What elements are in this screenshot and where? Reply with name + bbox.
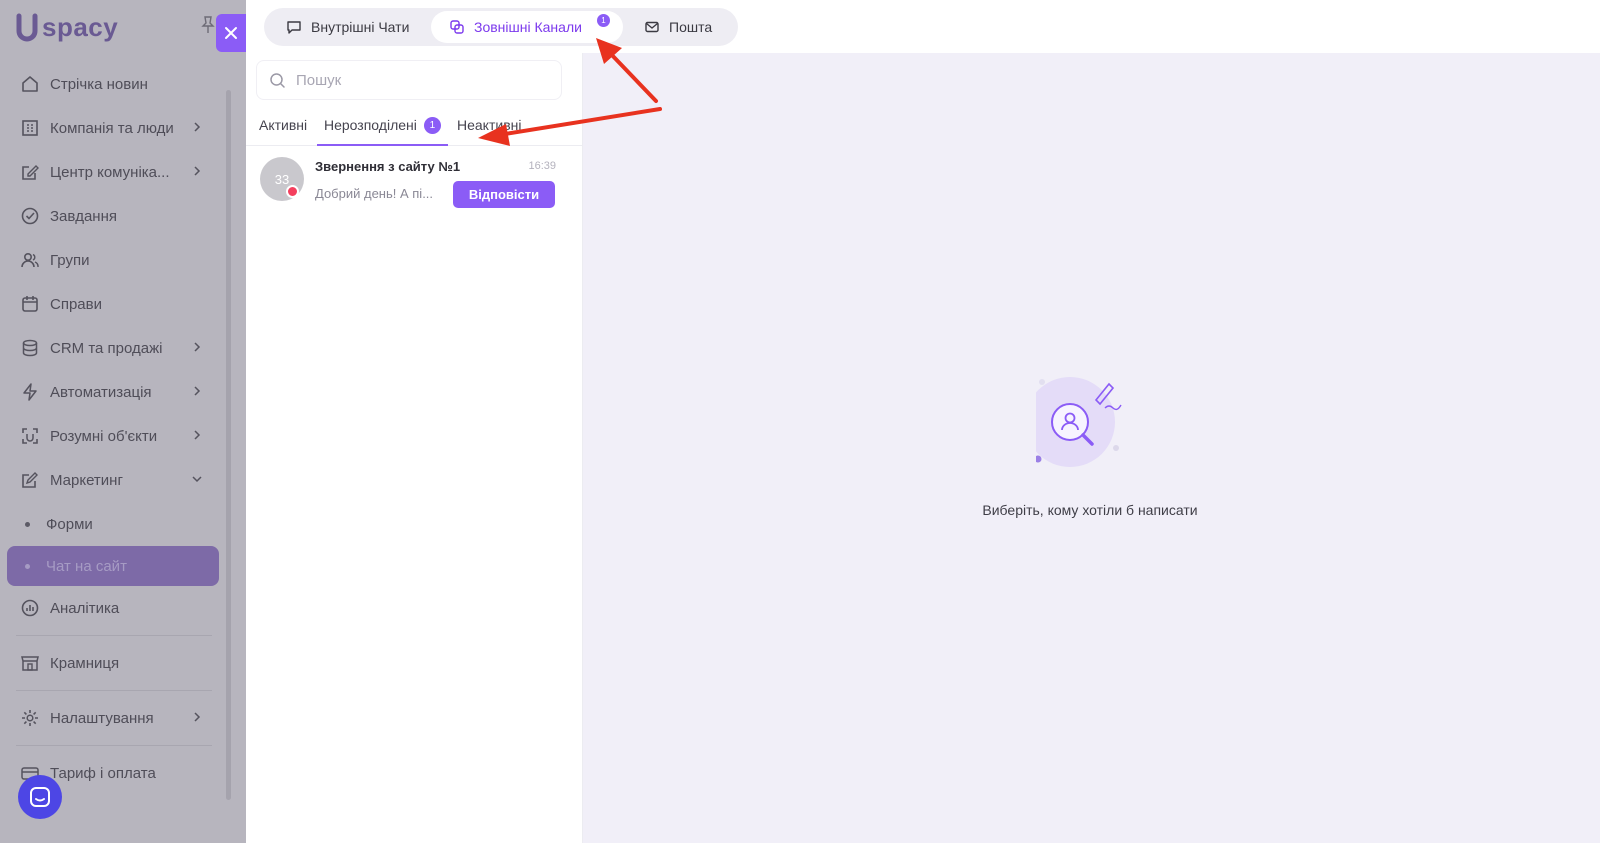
sidebar-item-crm[interactable]: CRM та продажі xyxy=(0,326,226,370)
sidebar-item-label: Аналітика xyxy=(50,599,120,617)
channel-tabs: Внутрішні Чати Зовнішні Канали Пошта xyxy=(264,8,738,46)
sidebar-item-label: Справи xyxy=(50,295,102,313)
gear-icon xyxy=(22,710,38,726)
divider xyxy=(16,635,212,636)
sidebar-item-label: Стрічка новин xyxy=(50,75,148,93)
building-icon xyxy=(22,120,38,136)
sidebar-item-label: Компанія та люди xyxy=(50,119,174,137)
tab-label: Пошта xyxy=(669,19,713,35)
close-panel-button[interactable] xyxy=(216,14,246,52)
sidebar-item-label: Центр комуніка... xyxy=(50,163,170,181)
tab-unassigned[interactable]: Нерозподілені 1 xyxy=(317,105,448,146)
logo-mark-icon xyxy=(16,13,38,41)
chevron-right-icon xyxy=(194,166,201,176)
scan-icon xyxy=(22,428,38,444)
unassigned-count-badge: 1 xyxy=(423,116,441,134)
sidebar: spacy Стрічка новин Компанія та люди Цен… xyxy=(0,0,246,843)
chat-list-panel: Активні Нерозподілені 1 Неактивні 33 Зве… xyxy=(246,53,583,843)
sidebar-item-label: Тариф і оплата xyxy=(50,764,156,782)
tab-label: Зовнішні Канали xyxy=(474,19,582,35)
channel-tabs-bar: Внутрішні Чати Зовнішні Канали Пошта xyxy=(246,0,1600,53)
sidebar-subitem-label: Форми xyxy=(46,515,93,533)
sidebar-nav: Стрічка новин Компанія та люди Центр ком… xyxy=(0,62,226,795)
mail-icon xyxy=(645,21,659,33)
chat-bubble-icon xyxy=(287,21,301,34)
sidebar-item-label: Крамниця xyxy=(50,654,120,672)
home-icon xyxy=(22,76,38,92)
sidebar-item-news[interactable]: Стрічка новин xyxy=(0,62,226,106)
sidebar-subitem-forms[interactable]: Форми xyxy=(0,502,226,546)
pin-icon[interactable] xyxy=(201,16,215,34)
tab-external-channels[interactable]: Зовнішні Канали xyxy=(431,11,623,43)
sidebar-item-smart-objects[interactable]: Розумні об'єкти xyxy=(0,414,226,458)
bolt-icon xyxy=(23,383,37,401)
check-circle-icon xyxy=(21,207,39,225)
chat-preview: Добрий день! А пі... xyxy=(315,186,434,201)
channels-icon xyxy=(450,20,464,34)
sidebar-subitem-site-chat[interactable]: Чат на сайт xyxy=(7,546,219,586)
chevron-right-icon xyxy=(194,430,201,440)
sidebar-item-store[interactable]: Крамниця xyxy=(0,641,226,685)
sidebar-item-label: Групи xyxy=(50,251,90,269)
empty-state-text: Виберіть, кому хотіли б написати xyxy=(982,502,1198,518)
empty-state-search-icon xyxy=(1036,377,1122,467)
sidebar-item-label: Налаштування xyxy=(50,709,154,727)
sidebar-item-groups[interactable]: Групи xyxy=(0,238,226,282)
calendar-icon xyxy=(22,296,38,312)
sidebar-scrollbar[interactable] xyxy=(226,90,231,800)
chevron-down-icon xyxy=(192,476,202,483)
store-icon xyxy=(21,656,39,671)
chat-widget-icon xyxy=(30,787,50,807)
tab-inactive[interactable]: Неактивні xyxy=(457,105,521,145)
chevron-right-icon xyxy=(194,342,201,352)
chevron-right-icon xyxy=(194,386,201,396)
channel-badge-icon xyxy=(286,185,299,198)
bullet-icon xyxy=(25,563,30,569)
pencil-square-icon xyxy=(22,165,39,180)
chat-title: Звернення з сайту №1 xyxy=(315,159,461,174)
sidebar-item-tasks[interactable]: Завдання xyxy=(0,194,226,238)
sidebar-item-analytics[interactable]: Аналітика xyxy=(0,586,226,630)
tab-active[interactable]: Активні xyxy=(259,105,307,145)
list-item[interactable]: 33 Звернення з сайту №1 16:39 Добрий ден… xyxy=(246,153,582,217)
sidebar-item-label: Автоматизація xyxy=(50,383,152,401)
tab-label: Внутрішні Чати xyxy=(311,19,410,35)
tab-internal-chats[interactable]: Внутрішні Чати xyxy=(268,11,427,43)
sidebar-item-automation[interactable]: Автоматизація xyxy=(0,370,226,414)
sidebar-item-label: CRM та продажі xyxy=(50,339,163,357)
sidebar-subitem-label: Чат на сайт xyxy=(46,557,127,575)
close-icon xyxy=(225,27,237,39)
tab-label: Нерозподілені xyxy=(324,117,417,133)
database-icon xyxy=(22,339,38,357)
divider xyxy=(16,690,212,691)
external-channels-badge: 1 xyxy=(597,14,610,27)
chevron-right-icon xyxy=(194,122,201,132)
chart-icon xyxy=(21,599,39,617)
sidebar-item-deals[interactable]: Справи xyxy=(0,282,226,326)
search-field[interactable] xyxy=(256,60,562,100)
chat-status-tabs: Активні Нерозподілені 1 Неактивні xyxy=(246,105,582,146)
chevron-right-icon xyxy=(194,712,201,722)
sidebar-item-label: Завдання xyxy=(50,207,117,225)
tab-label: Неактивні xyxy=(457,117,522,133)
search-icon xyxy=(270,72,285,88)
logo[interactable]: spacy xyxy=(14,12,118,43)
chat-time: 16:39 xyxy=(528,160,556,172)
reply-button[interactable]: Відповісти xyxy=(453,181,555,208)
tab-mail[interactable]: Пошта xyxy=(626,11,730,43)
users-icon xyxy=(21,252,39,268)
sidebar-item-label: Розумні об'єкти xyxy=(50,427,158,445)
sidebar-item-settings[interactable]: Налаштування xyxy=(0,696,226,740)
sidebar-item-marketing[interactable]: Маркетинг xyxy=(0,458,226,502)
sidebar-item-label: Маркетинг xyxy=(50,471,123,489)
bullet-icon xyxy=(25,521,30,527)
support-chat-button[interactable] xyxy=(18,775,62,819)
logo-text: spacy xyxy=(42,12,119,42)
divider xyxy=(16,745,212,746)
sidebar-item-company[interactable]: Компанія та люди xyxy=(0,106,226,150)
sidebar-item-communication[interactable]: Центр комуніка... xyxy=(0,150,226,194)
edit-icon xyxy=(22,472,38,488)
tab-label: Активні xyxy=(259,117,308,133)
search-input[interactable] xyxy=(294,70,548,90)
